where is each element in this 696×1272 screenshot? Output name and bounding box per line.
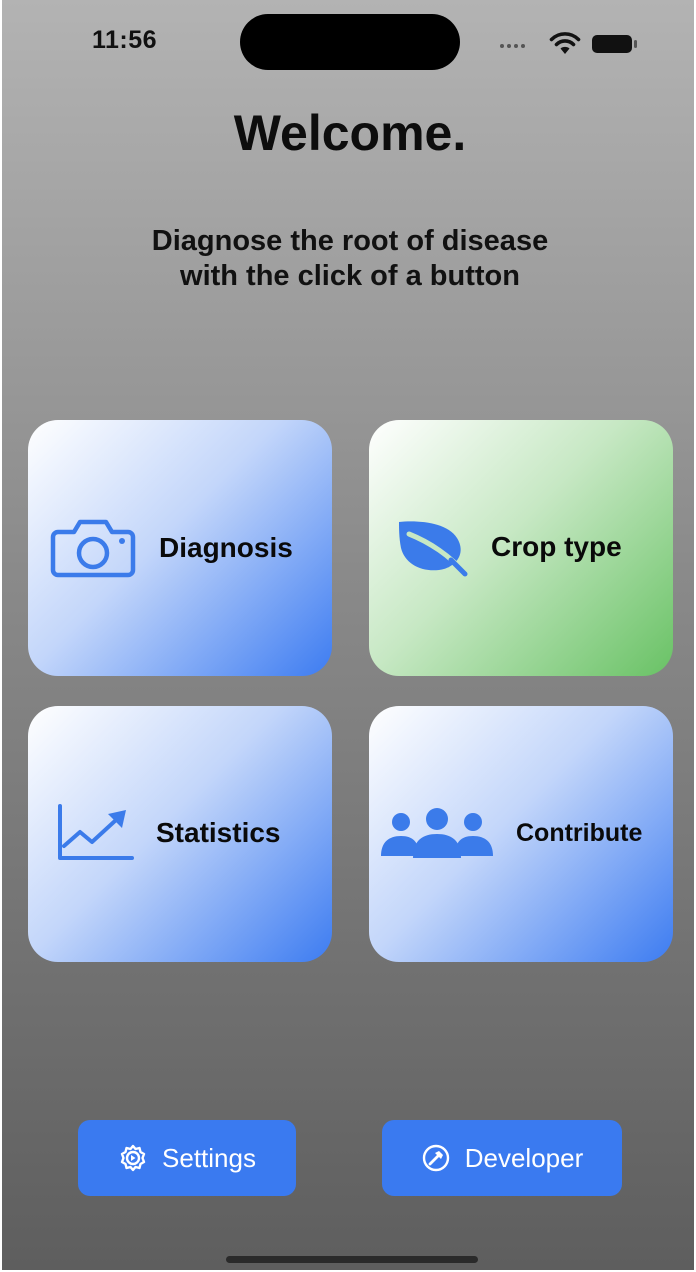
- crop-type-tile[interactable]: Crop type: [369, 420, 673, 676]
- contribute-tile[interactable]: Contribute: [369, 706, 673, 962]
- camera-icon: [50, 519, 136, 578]
- developer-button-label: Developer: [464, 1142, 584, 1173]
- leaf-icon: [399, 521, 468, 577]
- battery-icon: [592, 35, 637, 53]
- people-group-icon: [381, 808, 493, 858]
- hammer-circle-icon: [422, 1144, 449, 1172]
- dynamic-island: [240, 14, 460, 70]
- diagnosis-tile[interactable]: Diagnosis: [28, 420, 332, 676]
- subtitle-line-1: Diagnose the root of disease: [151, 225, 549, 257]
- contribute-label: Contribute: [516, 819, 643, 847]
- page-subtitle: Diagnose the root of disease with the cl…: [2, 224, 694, 294]
- page-title: Welcome.: [233, 105, 467, 161]
- cellular-signal-icon: [500, 44, 525, 48]
- chart-line-uptrend-icon: [58, 804, 134, 860]
- developer-button[interactable]: Developer: [382, 1120, 622, 1196]
- statistics-tile[interactable]: Statistics: [28, 706, 332, 962]
- settings-button[interactable]: Settings: [78, 1120, 296, 1196]
- status-time: 11:56: [92, 26, 158, 54]
- crop-type-label: Crop type: [491, 531, 622, 562]
- app-screen: 11:56 Welcome. Diagnose the root of dise…: [2, 0, 694, 1270]
- gear-icon: [120, 1144, 146, 1172]
- subtitle-line-2: with the click of a button: [180, 260, 520, 292]
- settings-button-label: Settings: [162, 1142, 256, 1173]
- wifi-icon: [549, 32, 581, 54]
- statistics-label: Statistics: [156, 817, 281, 848]
- diagnosis-label: Diagnosis: [159, 532, 293, 563]
- home-indicator[interactable]: [226, 1256, 478, 1263]
